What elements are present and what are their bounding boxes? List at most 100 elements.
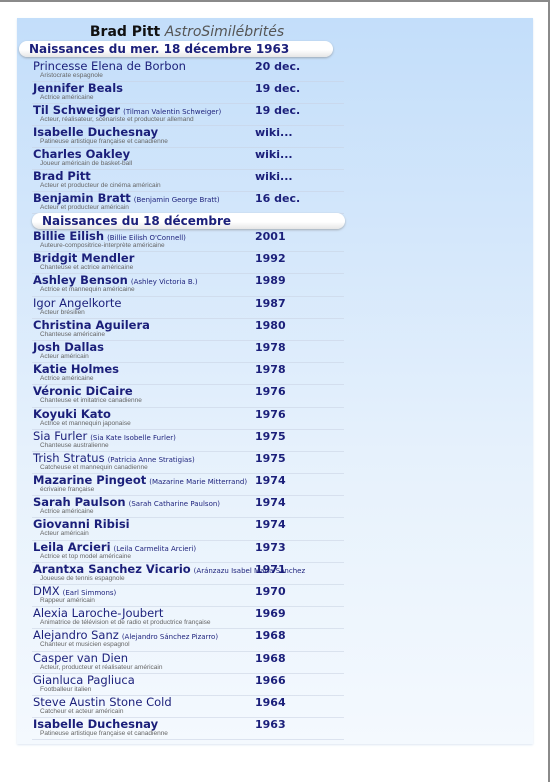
section-header-same-day: Naissances du mer. 18 décembre 1963 (19, 41, 333, 57)
birth-date-link[interactable]: wiki... (255, 170, 293, 183)
list-item: Véronic DiCaire Chanteuse et imitatrice … (32, 384, 344, 408)
birth-date-link[interactable]: wiki... (255, 126, 293, 139)
celebrity-description: écrivaine française (40, 486, 95, 494)
celebrity-full-name: (Patricia Anne Stratigias) (107, 455, 195, 464)
birth-date-link[interactable]: 1963 (255, 718, 286, 731)
birth-date-link[interactable]: 1970 (255, 585, 286, 598)
celebrity-name: Sarah Paulson (33, 495, 126, 510)
celebrity-name: Gianluca Pagliuca (33, 672, 135, 687)
celebrity-name: Igor Angelkorte (33, 295, 122, 310)
birth-date-link[interactable]: 19 dec. (255, 82, 300, 95)
birth-date-link[interactable]: 1975 (255, 430, 286, 443)
birth-date-link[interactable]: 1974 (255, 496, 286, 509)
celebrity-description: Chanteuse américaine (40, 330, 106, 338)
birth-date-link[interactable]: 1992 (255, 252, 286, 265)
list-item: Josh Dallas Acteur américain 1978 (32, 339, 344, 364)
celebrity-name: DMX (33, 584, 60, 598)
list-item: Trish Stratus (Patricia Anne Stratigias) … (32, 450, 344, 475)
birth-date-link[interactable]: 1964 (255, 696, 286, 709)
celebrity-description: Rappeur américain (40, 597, 95, 604)
celebrity-name: Arantxa Sanchez Vicario (33, 561, 191, 576)
birth-date-link[interactable]: 1978 (255, 363, 286, 376)
celebrity-full-name: (Alejandro Sánchez Pizarro) (121, 633, 219, 642)
birth-date-link[interactable]: 1987 (255, 297, 286, 310)
celebrity-full-name: (Sarah Catharine Paulson) (128, 500, 221, 509)
birth-date-link[interactable]: 1976 (255, 408, 286, 421)
birth-date-link[interactable]: 1974 (255, 518, 286, 531)
birth-date-link[interactable]: 1975 (255, 452, 286, 465)
celebrity-name: Billie Eilish (33, 229, 105, 243)
celebrity-name: Katie Holmes (33, 362, 120, 377)
celebrity-name: Steve Austin Stone Cold (33, 694, 172, 709)
celebrity-description: Animatrice de télévision et de radio et … (40, 619, 211, 627)
list-item: Gianluca Pagliuca Footballeur italien 19… (32, 672, 344, 696)
birth-date-link[interactable]: 1989 (255, 274, 286, 287)
birth-date-link[interactable]: 2001 (255, 230, 286, 243)
celebrity-full-name: (Aránzazu Isabel María Sánchez (193, 566, 306, 575)
celebrity-name: Trish Stratus (33, 450, 105, 465)
birth-date-link[interactable]: 16 dec. (255, 192, 300, 205)
page-title: Brad Pitt AstroSimilébrités (17, 24, 357, 40)
celebrity-name: Ashley Benson (33, 273, 128, 288)
birth-date-link[interactable]: 1969 (255, 607, 286, 620)
birth-date-link[interactable]: 1973 (255, 541, 286, 554)
celebrity-name: Isabelle Duchesnay (33, 125, 159, 139)
birth-date-link[interactable]: 1978 (255, 341, 286, 354)
celebrity-name: Véronic DiCaire (33, 384, 133, 399)
list-item: DMX (Earl Simmons) Rappeur américain 1970 (32, 584, 344, 608)
birth-date-link[interactable]: 1980 (255, 319, 286, 332)
celebrity-description: Actrice américaine (40, 94, 94, 101)
celebrity-description: Chanteuse et imitatrice canadienne (40, 397, 142, 405)
celebrity-name: Casper van Dien (33, 650, 129, 665)
celebrity-description: Chanteuse et actrice américaine (40, 264, 134, 272)
celebrity-description: Acteur américain (40, 352, 89, 360)
birth-date-link[interactable]: 1968 (255, 629, 286, 642)
celebrity-name: Jennifer Beals (33, 81, 123, 95)
celebrity-description: Acteur, réalisateur, scénariste et produ… (40, 116, 194, 123)
celebrity-full-name: (Ashley Victoria B.) (130, 278, 198, 287)
celebrity-description: Chanteur et musicien espagnol (40, 641, 130, 649)
list-item: Billie Eilish (Billie Eilish O'Connell) A… (32, 229, 344, 253)
celebrity-description: Catcheuse et mannequin canadienne (40, 463, 148, 471)
list-item: Isabelle Duchesnay Patineuse artistique … (32, 718, 344, 741)
celebrity-description: Actrice américaine (40, 375, 94, 383)
celebrity-description: Patineuse artistique française et canadi… (40, 730, 168, 738)
celebrity-name: Til Schweiger (33, 103, 121, 117)
list-item: Christina Aguilera Chanteuse américaine … (32, 317, 344, 341)
birth-date-link[interactable]: 19 dec. (255, 104, 300, 117)
list-item: Jennifer Beals Actrice américaine 19 dec… (32, 82, 344, 104)
list-item: Koyuki Kato Actrice et mannequin japonai… (32, 407, 344, 430)
birth-date-link[interactable]: 1974 (255, 474, 286, 487)
celebrity-name: Bridgit Mendler (33, 251, 135, 266)
list-item: Giovanni Ribisi Acteur américain 1974 (32, 518, 344, 541)
birth-date-link[interactable]: 1971 (255, 563, 286, 576)
list-item: Steve Austin Stone Cold Catcheur et acte… (32, 694, 344, 719)
birth-date-link[interactable]: 1966 (255, 674, 286, 687)
title-name: Brad Pitt (89, 24, 161, 40)
list-item: Benjamin Bratt (Benjamin George Bratt) Ac… (32, 192, 344, 214)
celebrity-description: Chanteuse australienne (40, 441, 109, 449)
celebrity-name: Princesse Elena de Borbon (33, 59, 186, 73)
celebrity-description: Acteur, producteur et réalisateur améric… (40, 663, 163, 671)
celebrity-full-name: (Sia Kate Isobelle Furler) (90, 433, 176, 442)
celebrity-description: Acteur américain (40, 530, 89, 538)
celebrity-description: Patineuse artistique française et canadi… (40, 138, 168, 145)
celebrity-name: Josh Dallas (33, 339, 105, 354)
section-header-same-date: Naissances du 18 décembre (32, 213, 345, 229)
list-item: Sia Furler (Sia Kate Isobelle Furler) Cha… (32, 429, 344, 452)
celebrity-description: Acteur et producteur de cinéma américain (40, 182, 161, 189)
birth-date-link[interactable]: 20 dec. (255, 60, 300, 73)
celebrity-description: Actrice américaine (40, 508, 94, 516)
list-item: Mazarine Pingeot (Mazarine Marie Mitterra… (32, 474, 344, 497)
list-item: Alexia Laroche-Joubert Animatrice de tél… (32, 607, 344, 630)
birth-date-link[interactable]: 1976 (255, 385, 286, 398)
list-item: Alejandro Sanz (Alejandro Sánchez Pizarro… (32, 629, 344, 652)
celebrity-description: Auteure-compositrice-interprète américai… (40, 242, 165, 249)
celebrity-name: Charles Oakley (33, 147, 131, 161)
celebrity-name: Benjamin Bratt (33, 191, 131, 205)
celebrity-full-name: (Billie Eilish O'Connell) (107, 234, 186, 242)
celebrity-name: Leila Arcieri (33, 539, 111, 554)
birth-date-link[interactable]: wiki... (255, 148, 293, 161)
celebrity-name: Christina Aguilera (33, 317, 150, 332)
birth-date-link[interactable]: 1968 (255, 652, 286, 665)
